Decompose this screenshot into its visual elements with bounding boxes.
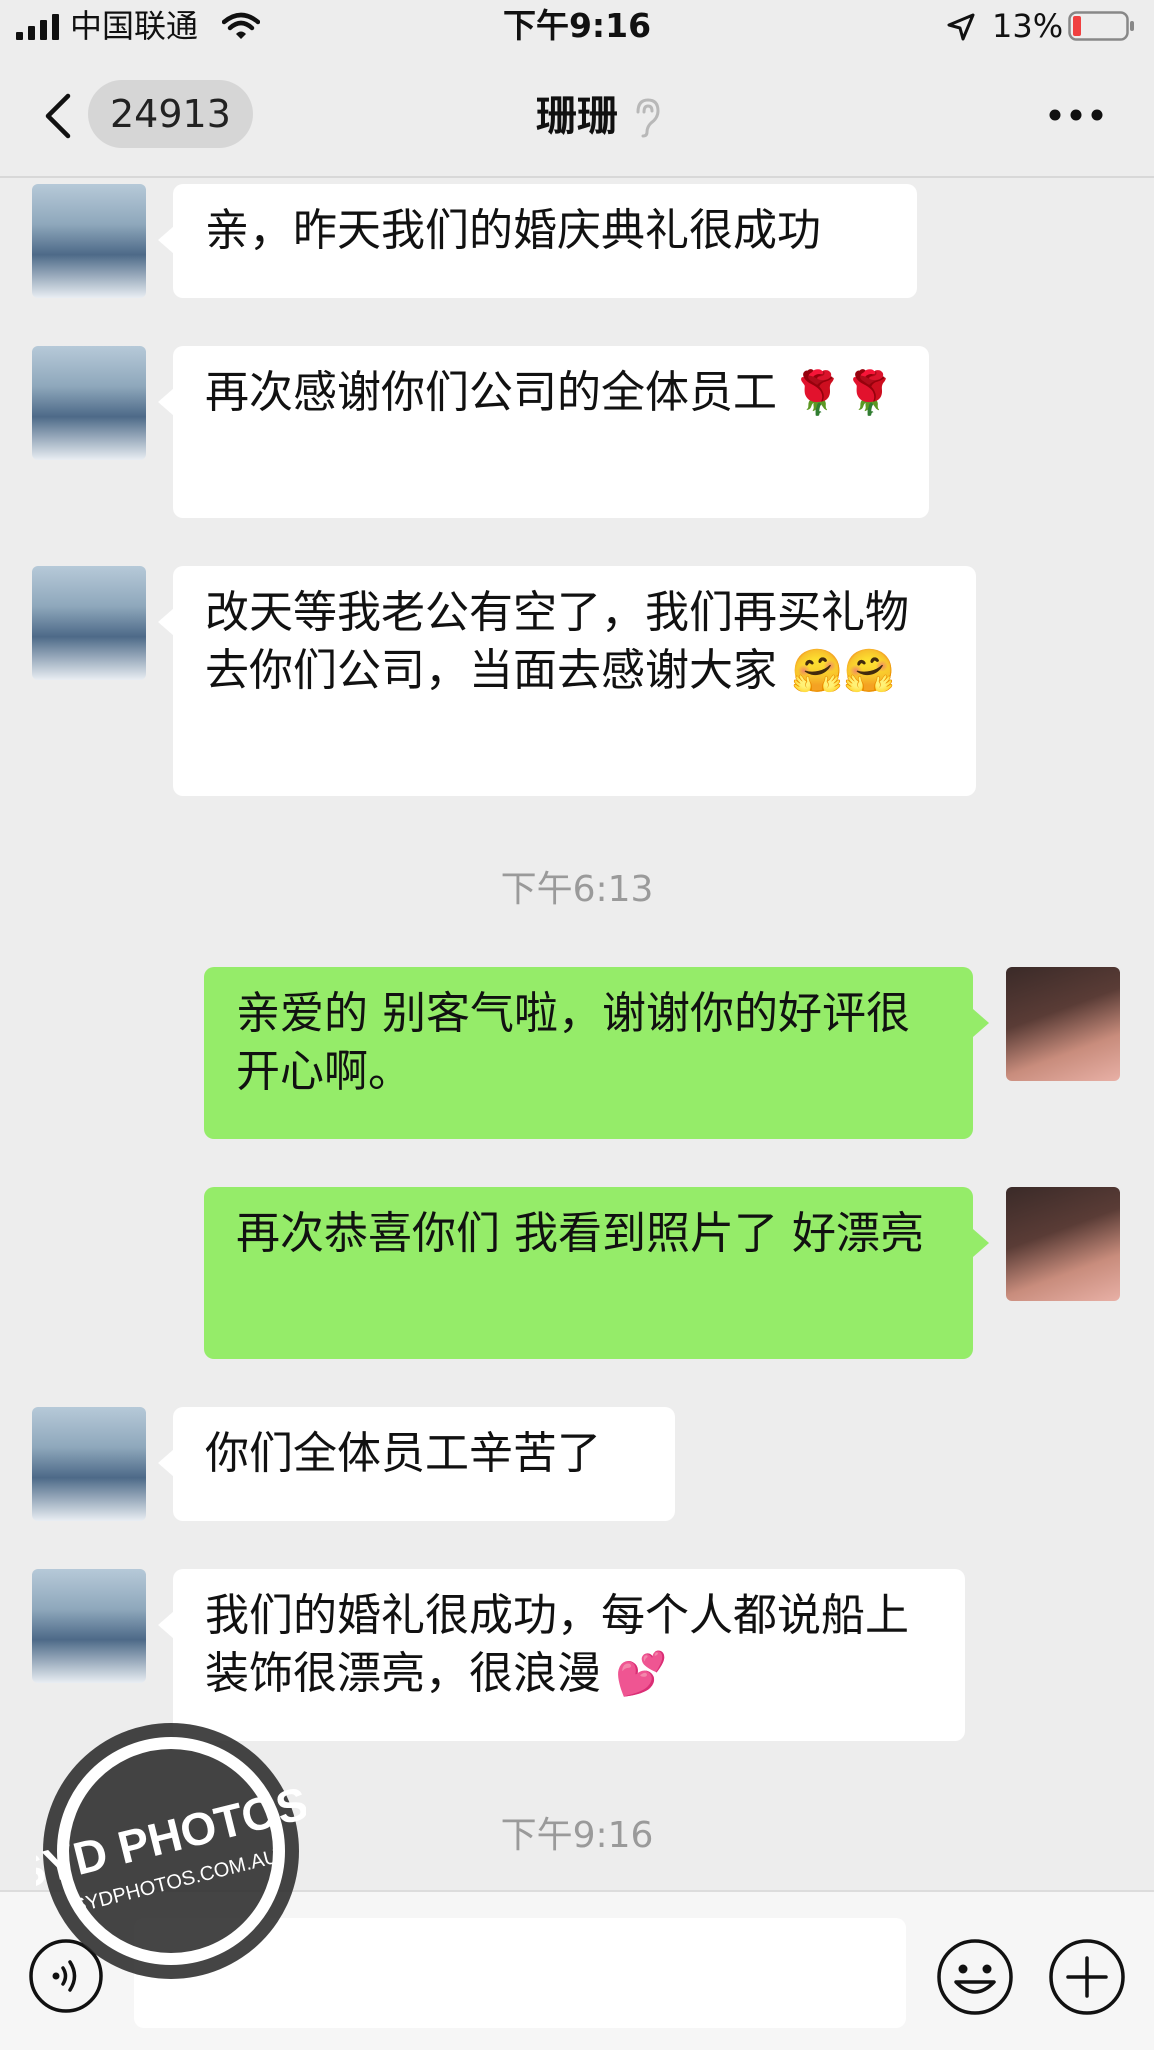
rose-emoji: 🌹🌹	[791, 368, 896, 417]
contact-avatar[interactable]	[32, 184, 146, 298]
message-text: 你们全体员工辛苦了	[205, 1428, 601, 1479]
hug-emoji: 🤗🤗	[791, 646, 896, 695]
bubble-tail	[158, 608, 174, 636]
watermark-logo: SYD PHOTOS SYDPHOTOS.COM.AU	[36, 1723, 306, 1979]
bubble-tail	[973, 1229, 989, 1257]
message-text: 再次感谢你们公司的全体员工	[205, 367, 777, 418]
plus-icon[interactable]	[1048, 1938, 1126, 2016]
contact-avatar[interactable]	[32, 346, 146, 460]
contact-avatar[interactable]	[32, 566, 146, 680]
hearts-emoji: 💕	[615, 1649, 668, 1698]
bubble-tail	[158, 226, 174, 254]
message-bubble-outgoing[interactable]: 亲爱的 别客气啦，谢谢你的好评很开心啊。	[204, 967, 973, 1139]
message-bubble-incoming[interactable]: 再次感谢你们公司的全体员工 🌹🌹	[173, 346, 929, 518]
message-bubble-incoming[interactable]: 你们全体员工辛苦了	[173, 1407, 675, 1521]
message-text: 亲爱的 别客气啦，谢谢你的好评很开心啊。	[236, 988, 910, 1097]
location-arrow-icon	[947, 13, 975, 41]
ear-mode-icon	[636, 98, 660, 138]
battery-percent: 13%	[992, 7, 1064, 45]
my-avatar[interactable]	[1006, 967, 1120, 1081]
battery-icon	[1068, 11, 1134, 41]
bubble-tail	[158, 1449, 174, 1477]
message-text: 亲，昨天我们的婚庆典礼很成功	[205, 205, 821, 256]
bubble-tail	[158, 388, 174, 416]
message-bubble-incoming[interactable]: 亲，昨天我们的婚庆典礼很成功	[173, 184, 917, 298]
bubble-tail	[158, 1611, 174, 1639]
status-bar: 中国联通 下午9:16 13%	[0, 0, 1154, 52]
contact-avatar[interactable]	[32, 1569, 146, 1683]
status-time: 下午9:16	[502, 6, 652, 45]
chat-timestamp: 下午6:13	[500, 869, 654, 910]
bubble-tail	[973, 1009, 989, 1037]
message-bubble-outgoing[interactable]: 再次恭喜你们 我看到照片了 好漂亮	[204, 1187, 973, 1359]
chat-header: 24913 珊珊	[0, 56, 1154, 178]
message-text: 我们的婚礼很成功，每个人都说船上装饰很漂亮，很浪漫	[205, 1590, 909, 1699]
more-options-icon[interactable]	[1048, 108, 1104, 122]
my-avatar[interactable]	[1006, 1187, 1120, 1301]
chat-title: 珊珊	[536, 92, 618, 140]
message-bubble-incoming[interactable]: 改天等我老公有空了，我们再买礼物去你们公司，当面去感谢大家 🤗🤗	[173, 566, 976, 796]
message-text: 再次恭喜你们 我看到照片了 好漂亮	[236, 1208, 924, 1259]
contact-avatar[interactable]	[32, 1407, 146, 1521]
emoji-icon[interactable]	[936, 1938, 1014, 2016]
